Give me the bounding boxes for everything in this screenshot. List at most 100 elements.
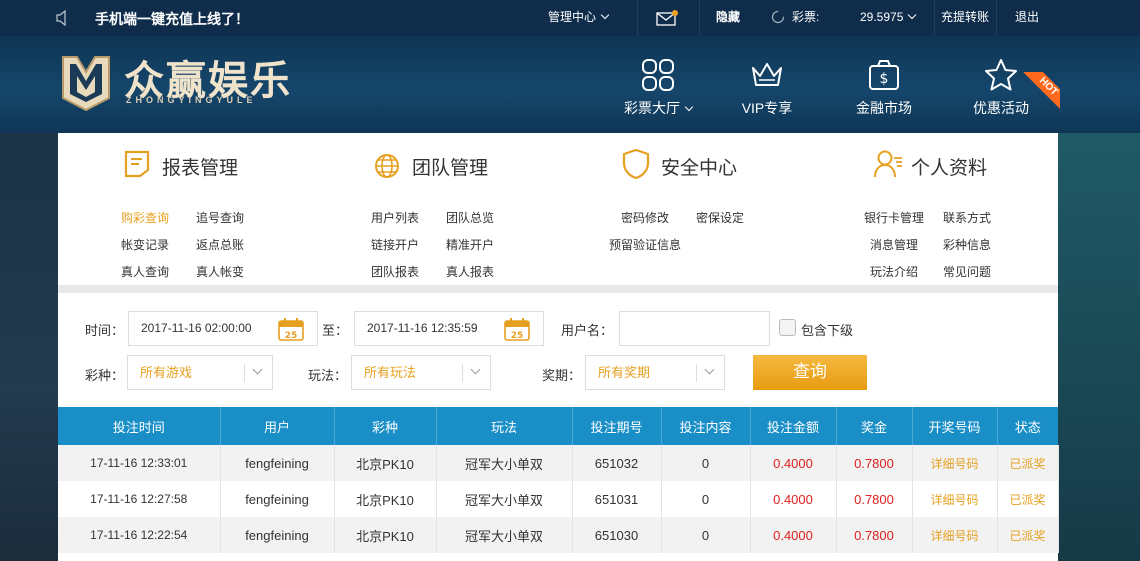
- chevron-down-icon: [684, 102, 694, 112]
- menu-title-text: 个人资料: [911, 158, 988, 179]
- admin-center-label: 管理中心: [548, 10, 597, 24]
- period-value: 所有奖期: [598, 365, 651, 380]
- bet-records-table: 投注时间 用户 彩种 玩法 投注期号 投注内容 投注金额 奖金 开奖号码 状态 …: [58, 407, 1059, 553]
- amount-cell: 0.4000: [750, 517, 837, 553]
- menu-title-report: 报表管理: [124, 150, 239, 180]
- menu-link-team-report[interactable]: 团队报表: [371, 263, 419, 280]
- menu-link-reserved-info[interactable]: 预留验证信息: [609, 236, 681, 253]
- query-button[interactable]: 查询: [753, 355, 867, 390]
- nav-label: 彩票大厅: [624, 100, 680, 116]
- content-cell: 0: [661, 481, 751, 517]
- dropdown-arrow-icon: [244, 364, 272, 382]
- dropdown-arrow-icon: [462, 364, 490, 382]
- content-cell: 0: [661, 445, 751, 481]
- mail-button[interactable]: [656, 0, 678, 36]
- to-label: 至：: [322, 323, 349, 338]
- hot-badge: HOT: [1016, 72, 1060, 116]
- username-input[interactable]: [619, 311, 770, 346]
- money-bag-icon: $: [869, 60, 899, 90]
- speaker-icon: [56, 10, 66, 26]
- column-header: 彩种: [334, 407, 437, 445]
- report-icon: [124, 150, 150, 178]
- status-cell: 已派奖: [997, 517, 1059, 553]
- grid-icon: [642, 59, 674, 91]
- menu-link-security-question[interactable]: 密保设定: [696, 209, 744, 226]
- column-header: 奖金: [836, 407, 913, 445]
- menu-title-text: 报表管理: [162, 158, 239, 179]
- menu-link-precise-account[interactable]: 精准开户: [446, 236, 494, 253]
- calendar-day: 25: [285, 331, 298, 341]
- menu-link-user-list[interactable]: 用户列表: [371, 209, 419, 226]
- lottery-cell: 北京PK10: [334, 445, 437, 481]
- column-header: 投注内容: [661, 407, 751, 445]
- menu-link-account-records[interactable]: 帐变记录: [121, 236, 169, 253]
- menu-title-text: 安全中心: [661, 158, 738, 179]
- menu-link-bet-query[interactable]: 购彩查询: [121, 209, 169, 226]
- prize-cell: 0.7800: [836, 517, 913, 553]
- nav-finance[interactable]: $ 金融市场: [834, 58, 934, 118]
- status-cell: 已派奖: [997, 481, 1059, 517]
- notice-text[interactable]: 手机端一键充值上线了！: [95, 9, 249, 29]
- crown-icon: [752, 63, 782, 86]
- bet-time-cell: 17-11-16 12:27:58: [58, 481, 221, 517]
- user-icon: [874, 150, 902, 178]
- menu-link-live-report[interactable]: 真人报表: [446, 263, 494, 280]
- play-cell: 冠军大小单双: [436, 517, 573, 553]
- calendar-day: 25: [511, 331, 524, 341]
- lottery-cell: 北京PK10: [334, 517, 437, 553]
- menu-link-bank-card[interactable]: 银行卡管理: [864, 209, 924, 226]
- menu-title-profile: 个人资料: [874, 150, 988, 180]
- period-cell: 651032: [572, 445, 662, 481]
- period-select[interactable]: 所有奖期: [585, 355, 725, 390]
- refresh-icon[interactable]: [771, 10, 785, 24]
- logo-icon[interactable]: [60, 54, 112, 112]
- menu-link-live-account[interactable]: 真人帐变: [196, 263, 244, 280]
- amount-cell: 0.4000: [750, 445, 837, 481]
- menu-link-password-change[interactable]: 密码修改: [621, 209, 669, 226]
- chevron-down-icon: [908, 10, 917, 20]
- mail-icon: [656, 10, 678, 26]
- brand-subtitle: ZHONGYINGYULE: [126, 95, 257, 105]
- amount-cell: 0.4000: [750, 481, 837, 517]
- menu-link-chase-query[interactable]: 追号查询: [196, 209, 244, 226]
- menu-link-contact[interactable]: 联系方式: [943, 209, 991, 226]
- menu-link-lottery-info[interactable]: 彩种信息: [943, 236, 991, 253]
- menu-link-link-account[interactable]: 链接开户: [371, 236, 419, 253]
- menu-link-messages[interactable]: 消息管理: [870, 236, 918, 253]
- table-row: 17-11-16 12:33:01 fengfeining 北京PK10 冠军大…: [58, 445, 1059, 481]
- hot-badge-label: HOT: [1021, 72, 1060, 114]
- user-cell: fengfeining: [220, 517, 335, 553]
- table-header-row: 投注时间 用户 彩种 玩法 投注期号 投注内容 投注金额 奖金 开奖号码 状态: [58, 407, 1058, 445]
- admin-center-menu[interactable]: 管理中心: [548, 0, 610, 36]
- include-sub-checkbox[interactable]: [779, 319, 796, 336]
- calendar-icon[interactable]: 25: [278, 317, 304, 341]
- lottery-type-label: 彩种：: [85, 368, 125, 383]
- detail-numbers-link[interactable]: 详细号码: [912, 481, 998, 517]
- menu-link-rebate-ledger[interactable]: 返点总账: [196, 236, 244, 253]
- shield-icon: [622, 148, 650, 180]
- logout-link[interactable]: 退出: [1015, 0, 1039, 36]
- calendar-icon[interactable]: 25: [504, 317, 530, 341]
- section-divider: [58, 285, 1058, 293]
- play-type-select[interactable]: 所有玩法: [351, 355, 491, 390]
- start-time-value: 2017-11-16 02:00:00: [141, 321, 252, 335]
- detail-numbers-link[interactable]: 详细号码: [912, 517, 998, 553]
- nav-vip[interactable]: VIP专享: [717, 58, 817, 118]
- hide-balance-button[interactable]: 隐藏: [716, 0, 740, 36]
- nav-lottery-hall[interactable]: 彩票大厅: [608, 58, 708, 118]
- bet-time-cell: 17-11-16 12:22:54: [58, 517, 221, 553]
- transfer-link[interactable]: 充提转账: [941, 0, 989, 36]
- background-left: [0, 133, 58, 561]
- column-header: 用户: [220, 407, 335, 445]
- menu-link-team-overview[interactable]: 团队总览: [446, 209, 494, 226]
- background-right: [1058, 133, 1140, 561]
- menu-link-play-intro[interactable]: 玩法介绍: [870, 263, 918, 280]
- lottery-type-select[interactable]: 所有游戏: [127, 355, 273, 390]
- menu-link-live-query[interactable]: 真人查询: [121, 263, 169, 280]
- nav-label: 金融市场: [856, 100, 912, 116]
- column-header: 投注金额: [750, 407, 837, 445]
- balance-menu[interactable]: 29.5975: [860, 0, 917, 36]
- menu-link-faq[interactable]: 常见问题: [943, 263, 991, 280]
- menu-title-security: 安全中心: [622, 148, 738, 180]
- detail-numbers-link[interactable]: 详细号码: [912, 445, 998, 481]
